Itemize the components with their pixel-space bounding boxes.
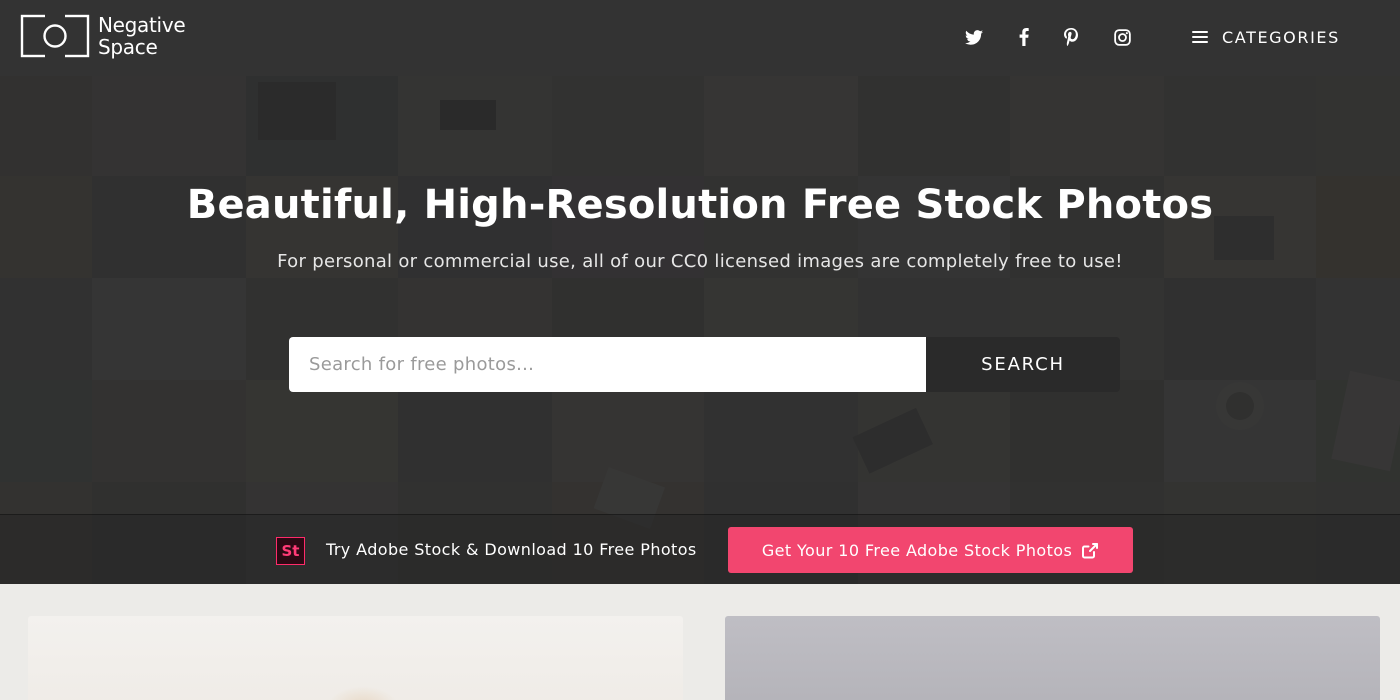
photo-detail	[328, 686, 398, 700]
adobe-promo-bar: St Try Adobe Stock & Download 10 Free Ph…	[0, 514, 1400, 584]
site-logo[interactable]: Negative Space	[20, 12, 186, 60]
hero-section: Beautiful, High-Resolution Free Stock Ph…	[0, 76, 1400, 584]
camera-frame-logo-icon	[20, 14, 90, 58]
search-button[interactable]: SEARCH	[926, 337, 1120, 392]
photo-thumbnail[interactable]	[28, 616, 683, 700]
categories-label: CATEGORIES	[1222, 27, 1340, 47]
logo-line-1: Negative	[98, 13, 186, 37]
logo-wordmark: Negative Space	[98, 13, 186, 59]
hamburger-menu-icon	[1192, 30, 1208, 44]
promo-button-label: Get Your 10 Free Adobe Stock Photos	[761, 540, 1073, 560]
external-link-icon	[1081, 542, 1099, 559]
facebook-icon[interactable]	[1013, 26, 1035, 48]
promo-text: Try Adobe Stock & Download 10 Free Photo…	[326, 540, 697, 559]
twitter-icon[interactable]	[963, 26, 985, 48]
photo-gallery	[0, 584, 1400, 700]
pinterest-icon[interactable]	[1060, 26, 1082, 48]
photo-thumbnail[interactable]	[725, 616, 1380, 700]
hero-subtitle: For personal or commercial use, all of o…	[277, 251, 1123, 272]
site-header: Negative Space CATEGORIES	[0, 0, 1400, 76]
adobe-stock-icon: St	[276, 537, 305, 565]
hero-dark-overlay	[0, 76, 1400, 584]
logo-line-2: Space	[98, 35, 158, 59]
categories-menu-button[interactable]: CATEGORIES	[1192, 25, 1340, 49]
instagram-icon[interactable]	[1111, 26, 1133, 48]
hero-title: Beautiful, High-Resolution Free Stock Ph…	[186, 182, 1214, 228]
search-input[interactable]	[289, 337, 926, 392]
adobe-stock-cta-button[interactable]: Get Your 10 Free Adobe Stock Photos	[728, 527, 1133, 573]
